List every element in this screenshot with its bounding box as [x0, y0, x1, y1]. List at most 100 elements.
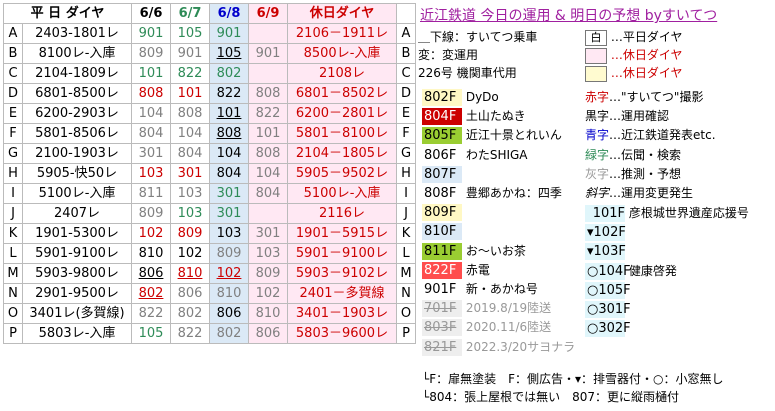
holiday-cell: 2401－多賀線: [287, 283, 397, 304]
trip-cell: 3401レ(多賀線): [22, 303, 132, 324]
car-number: 811F: [422, 242, 462, 260]
d3-cell: 810: [209, 283, 249, 304]
key-item: 緑字…伝聞・検索: [585, 146, 716, 165]
trip-cell: 6200-2903レ: [22, 103, 132, 124]
legend-underline: ＿下線：すいてつ乗車: [418, 30, 538, 44]
row-letter-right: C: [396, 63, 416, 84]
small-car-name: 健康啓発: [628, 263, 677, 278]
trip-cell: 5901-9100レ: [22, 243, 132, 264]
d4-cell: 102: [248, 283, 288, 304]
header-trip: 平 日 ダイヤ: [3, 3, 132, 24]
key-label: 緑字: [585, 147, 610, 162]
holiday-cell: 1901－5915レ: [287, 223, 397, 244]
d2-cell: 804: [170, 143, 210, 164]
header-blank: [396, 3, 416, 24]
table-row: G 2100-1903レ 301 804 104 808 2104－1805レ G: [3, 143, 416, 164]
header-holiday: 休日ダイヤ: [287, 3, 397, 24]
row-letter-right: L: [396, 243, 416, 264]
key-label: 赤字: [585, 90, 610, 104]
d1-cell: 809: [131, 43, 171, 64]
small-car-item: ▾102F: [585, 223, 749, 242]
trip-cell: 1901-5300レ: [22, 223, 132, 244]
key-label: 灰字: [585, 166, 610, 181]
d2-cell: 101: [170, 83, 210, 104]
car-list: 802F DyDo 804F 土山たぬき 805F 近江十景とれいん 806F わたS…: [422, 88, 575, 357]
row-letter: N: [3, 283, 23, 304]
note1: └F：扉無塗装 F：側広告・▾：排雪器付・○：小窓無し: [422, 372, 724, 386]
d2-cell: 822: [170, 63, 210, 84]
row-letter-right: D: [396, 83, 416, 104]
small-car-number: ▾102F: [585, 224, 626, 242]
holiday-cell: 3401－1903レ: [287, 303, 397, 324]
header-d4: 6/9: [248, 3, 288, 24]
small-car-number: ○104F: [585, 262, 631, 280]
d3-cell: 808: [209, 123, 249, 144]
d3-cell: 802: [209, 63, 249, 84]
car-item: 809F: [422, 203, 575, 222]
car-item: 804F 土山たぬき: [422, 107, 575, 126]
car-number: 822F: [422, 261, 462, 279]
header-d2: 6/7: [170, 3, 210, 24]
table-row: K 1901-5300レ 102 809 103 301 1901－5915レ K: [3, 223, 416, 244]
row-letter: F: [3, 123, 23, 144]
d1-cell: 806: [131, 263, 171, 284]
trip-cell: 5801-8506レ: [22, 123, 132, 144]
table-row: E 6200-2903レ 104 808 101 822 6200－2801レ E: [3, 103, 416, 124]
holiday-cell: 5905－9502レ: [287, 163, 397, 184]
key-label: 青字: [585, 128, 610, 143]
small-car-list: 101F 彦根城世界遺産応援号 ▾102F ▾103F ○104F 健康啓発 ○10…: [585, 204, 749, 338]
holiday-cell: 2108レ: [287, 63, 397, 84]
car-number: 810F: [422, 223, 462, 241]
small-car-item: 101F 彦根城世界遺産応援号: [585, 204, 749, 223]
holiday-cell: 5801－8100レ: [287, 123, 397, 144]
key-desc: …伝聞・検索: [609, 147, 682, 162]
d2-cell: 810: [170, 263, 210, 284]
car-item: 822F 赤電: [422, 261, 575, 280]
trip-cell: 8100レ-入庫: [22, 43, 132, 64]
key-item: 灰字…推測・予想: [585, 165, 716, 184]
d2-cell: 301: [170, 163, 210, 184]
d2-cell: 808: [170, 103, 210, 124]
row-letter: D: [3, 83, 23, 104]
holiday-cell: 2116レ: [287, 203, 397, 224]
car-name: 土山たぬき: [465, 109, 526, 124]
legend-226: 226号 機関車代用: [418, 66, 517, 80]
car-name: わたSHIGA: [465, 147, 528, 162]
car-item: 821F 2022.3/20サヨナラ: [422, 338, 575, 357]
car-name: 豊郷あかね：四季: [465, 186, 562, 201]
small-car-number: ○105F: [585, 281, 631, 299]
d3-cell: 806: [209, 303, 249, 324]
legend-kyujitsu2: …休日ダイヤ: [610, 66, 683, 80]
d1-cell: 901: [131, 23, 171, 44]
d4-cell: 808: [248, 143, 288, 164]
d3-cell: 301: [209, 183, 249, 204]
key-item: 黒字…運用確認: [585, 107, 716, 126]
box-pink: [585, 47, 607, 64]
trip-cell: 5903-9800レ: [22, 263, 132, 284]
key-label: 斜字: [585, 186, 610, 201]
d4-cell: [248, 23, 288, 44]
legend-colors: 白 …平日ダイヤ …休日ダイヤ …休日ダイヤ: [585, 28, 682, 82]
trip-cell: 2403-1801レ: [22, 23, 132, 44]
holiday-cell: 5901－9100レ: [287, 243, 397, 264]
d3-cell: 804: [209, 163, 249, 184]
trip-cell: 6801-8500レ: [22, 83, 132, 104]
car-item: 701F 2019.8/19陸送: [422, 299, 575, 318]
table-row: M 5903-9800レ 806 810 102 809 5903－9102レ M: [3, 263, 416, 284]
key-desc: …運用確認: [609, 109, 670, 124]
table-row: N 2901-9500レ 802 806 810 102 2401－多賀線 N: [3, 283, 416, 304]
holiday-cell: 2104－1805レ: [287, 143, 397, 164]
small-car-item: ○302F: [585, 319, 749, 338]
car-item: 806F わたSHIGA: [422, 146, 575, 165]
row-letter-right: G: [396, 143, 416, 164]
d4-cell: 804: [248, 183, 288, 204]
car-number: 821F: [422, 338, 462, 356]
row-letter: G: [3, 143, 23, 164]
holiday-cell: 6200－2801レ: [287, 103, 397, 124]
right-title: 近江鉄道 今日の運用 & 明日の予想 byすいてつ: [420, 8, 718, 24]
key-item: 赤字…"すいてつ"撮影: [585, 88, 716, 107]
d3-cell: 104: [209, 143, 249, 164]
row-letter: B: [3, 43, 23, 64]
d4-cell: 806: [248, 323, 288, 344]
d3-cell: 102: [209, 263, 249, 284]
